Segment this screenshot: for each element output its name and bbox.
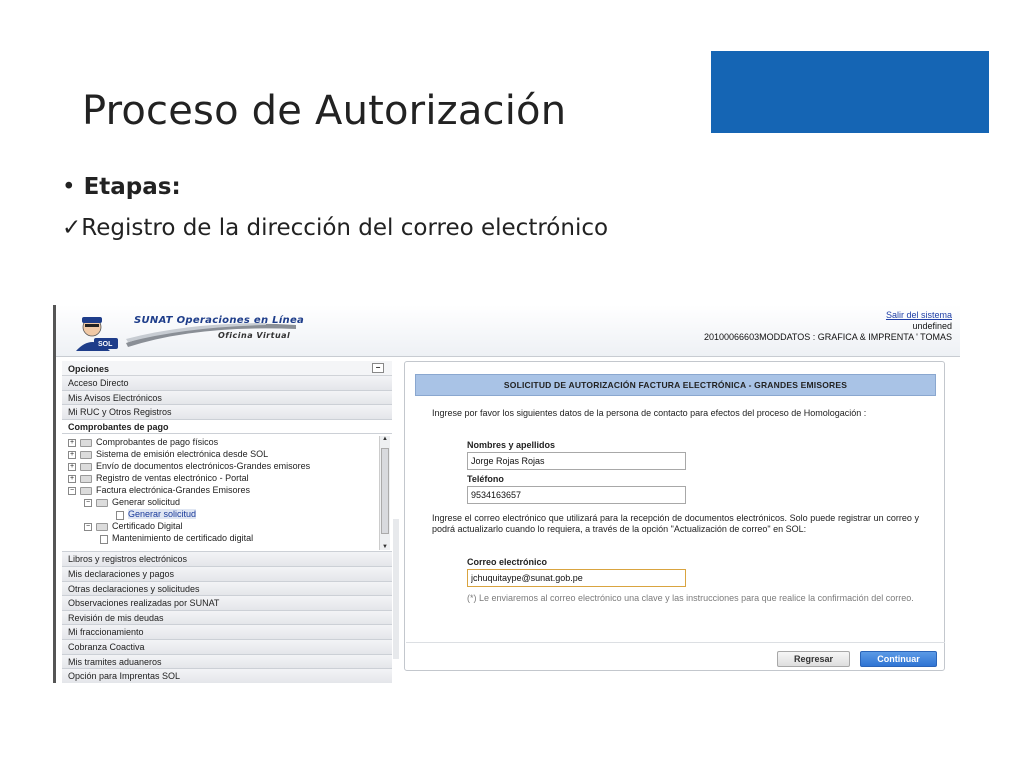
bullet-etapas: • Etapas: (62, 174, 181, 200)
sidebar-item-cobranza[interactable]: Cobranza Coactiva (62, 639, 392, 655)
logo-title: SUNAT Operaciones en Línea (134, 315, 305, 326)
sidebar-heading: Opciones − (62, 361, 392, 376)
authorization-form: SOLICITUD DE AUTORIZACIÓN FACTURA ELECTR… (404, 361, 945, 671)
sidebar-item-fraccionamiento[interactable]: Mi fraccionamiento (62, 625, 392, 640)
phone-input[interactable] (467, 486, 686, 504)
expand-icon[interactable]: + (68, 475, 76, 483)
email-intro: Ingrese el correo electrónico que utiliz… (432, 513, 919, 534)
sidebar-item-comprobantes[interactable]: Comprobantes de pago (62, 419, 392, 435)
tree-item[interactable]: − Generar solicitud (84, 496, 180, 508)
collapse-node-icon[interactable]: − (84, 523, 92, 531)
sunat-logo: SOL SUNAT Operaciones en Línea Oficina V… (66, 309, 306, 353)
logout-link[interactable]: Salir del sistema (704, 310, 952, 321)
phone-label: Teléfono (467, 474, 504, 484)
accent-box (711, 51, 989, 133)
continue-button[interactable]: Continuar (860, 651, 937, 667)
sidebar-heading-label: Opciones (68, 364, 110, 374)
scroll-up-icon[interactable]: ▲ (381, 436, 389, 442)
tree-item[interactable]: + Envío de documentos electrónicos-Grande… (68, 460, 310, 472)
logo-badge: SOL (98, 341, 113, 348)
scroll-thumb[interactable] (381, 448, 389, 535)
session-user: 20100066603MODDATOS : GRAFICA & IMPRENTA… (704, 332, 952, 342)
sidebar-item-acceso-directo[interactable]: Acceso Directo (62, 376, 392, 391)
menu-tree: + Comprobantes de pago físicos + Sistema d… (62, 434, 392, 553)
tree-item-label: Envío de documentos electrónicos-Grandes… (96, 461, 311, 472)
options-sidebar: Opciones − Acceso Directo Mis Avisos Ele… (62, 361, 392, 683)
tree-item[interactable]: + Sistema de emisión electrónica desde SO… (68, 448, 268, 460)
folder-open-icon (96, 499, 108, 507)
sidebar-item-observaciones[interactable]: Observaciones realizadas por SUNAT (62, 596, 392, 611)
back-button[interactable]: Regresar (777, 651, 850, 667)
name-label: Nombres y apellidos (467, 440, 556, 450)
bullet-dot-icon: • (62, 174, 76, 200)
folder-icon (80, 439, 92, 447)
tree-item[interactable]: + Comprobantes de pago físicos (68, 436, 218, 448)
tree-item-label: Generar solicitud (112, 497, 181, 508)
email-label: Correo electrónico (467, 557, 548, 567)
tree-item[interactable]: − Factura electrónica-Grandes Emisores (68, 484, 250, 496)
tree-item[interactable]: Mantenimiento de certificado digital (100, 532, 253, 544)
form-divider (406, 642, 945, 643)
sidebar-item-declaraciones[interactable]: Mis declaraciones y pagos (62, 566, 392, 582)
checked-item: ✓Registro de la dirección del correo ele… (62, 215, 608, 241)
sidebar-scrollbar[interactable] (393, 519, 399, 659)
checked-item-text: Registro de la dirección del correo elec… (81, 215, 609, 241)
session-line-2: undefined (912, 321, 952, 331)
tree-item-label: Certificado Digital (112, 521, 183, 532)
tree-item[interactable]: + Registro de ventas electrónico - Portal (68, 472, 249, 484)
sidebar-item-ruc[interactable]: Mi RUC y Otros Registros (62, 405, 392, 420)
tree-item-label: Mantenimiento de certificado digital (112, 533, 254, 544)
scroll-down-icon[interactable]: ▼ (381, 544, 389, 550)
expand-icon[interactable]: + (68, 451, 76, 459)
slide-title: Proceso de Autorización (82, 88, 567, 134)
folder-open-icon (96, 523, 108, 531)
tree-item-label: Generar solicitud (128, 509, 197, 520)
session-info: Salir del sistema undefined 20100066603M… (704, 310, 952, 343)
expand-icon[interactable]: + (68, 463, 76, 471)
sidebar-item-avisos[interactable]: Mis Avisos Electrónicos (62, 390, 392, 406)
sidebar-item-otras-declaraciones[interactable]: Otras declaraciones y solicitudes (62, 581, 392, 597)
sunat-screenshot: SOL SUNAT Operaciones en Línea Oficina V… (53, 305, 960, 683)
collapse-node-icon[interactable]: − (68, 487, 76, 495)
collapse-icon[interactable]: − (372, 363, 384, 373)
email-note: (*) Le enviaremos al correo electrónico … (467, 593, 914, 603)
logo-subtitle: Oficina Virtual (218, 331, 291, 340)
tree-item-label: Factura electrónica-Grandes Emisores (96, 485, 251, 496)
checkmark-icon: ✓ (62, 215, 82, 241)
sidebar-item-deudas[interactable]: Revisión de mis deudas (62, 610, 392, 626)
expand-icon[interactable]: + (68, 439, 76, 447)
tree-item-label: Sistema de emisión electrónica desde SOL (96, 449, 269, 460)
tree-item-label: Registro de ventas electrónico - Portal (96, 473, 249, 484)
tree-item-selected[interactable]: Generar solicitud (116, 508, 197, 520)
sunat-header: SOL SUNAT Operaciones en Línea Oficina V… (56, 305, 960, 357)
folder-icon (80, 475, 92, 483)
folder-icon (80, 463, 92, 471)
email-input[interactable] (467, 569, 686, 587)
document-icon (100, 534, 108, 544)
tree-scrollbar[interactable]: ▲ ▼ (379, 436, 390, 551)
tree-item[interactable]: − Certificado Digital (84, 520, 183, 532)
sidebar-item-aduaneros[interactable]: Mis tramites aduaneros (62, 654, 392, 670)
sidebar-item-libros[interactable]: Libros y registros electrónicos (62, 552, 392, 567)
form-title: SOLICITUD DE AUTORIZACIÓN FACTURA ELECTR… (415, 374, 936, 396)
document-icon (116, 510, 124, 520)
sidebar-item-imprentas[interactable]: Opción para Imprentas SOL (62, 669, 392, 683)
form-intro: Ingrese por favor los siguientes datos d… (432, 408, 867, 418)
tree-item-label: Comprobantes de pago físicos (96, 437, 219, 448)
name-input[interactable] (467, 452, 686, 470)
bullet-label: Etapas: (83, 174, 181, 200)
collapse-node-icon[interactable]: − (84, 499, 92, 507)
folder-icon (80, 451, 92, 459)
folder-open-icon (80, 487, 92, 495)
